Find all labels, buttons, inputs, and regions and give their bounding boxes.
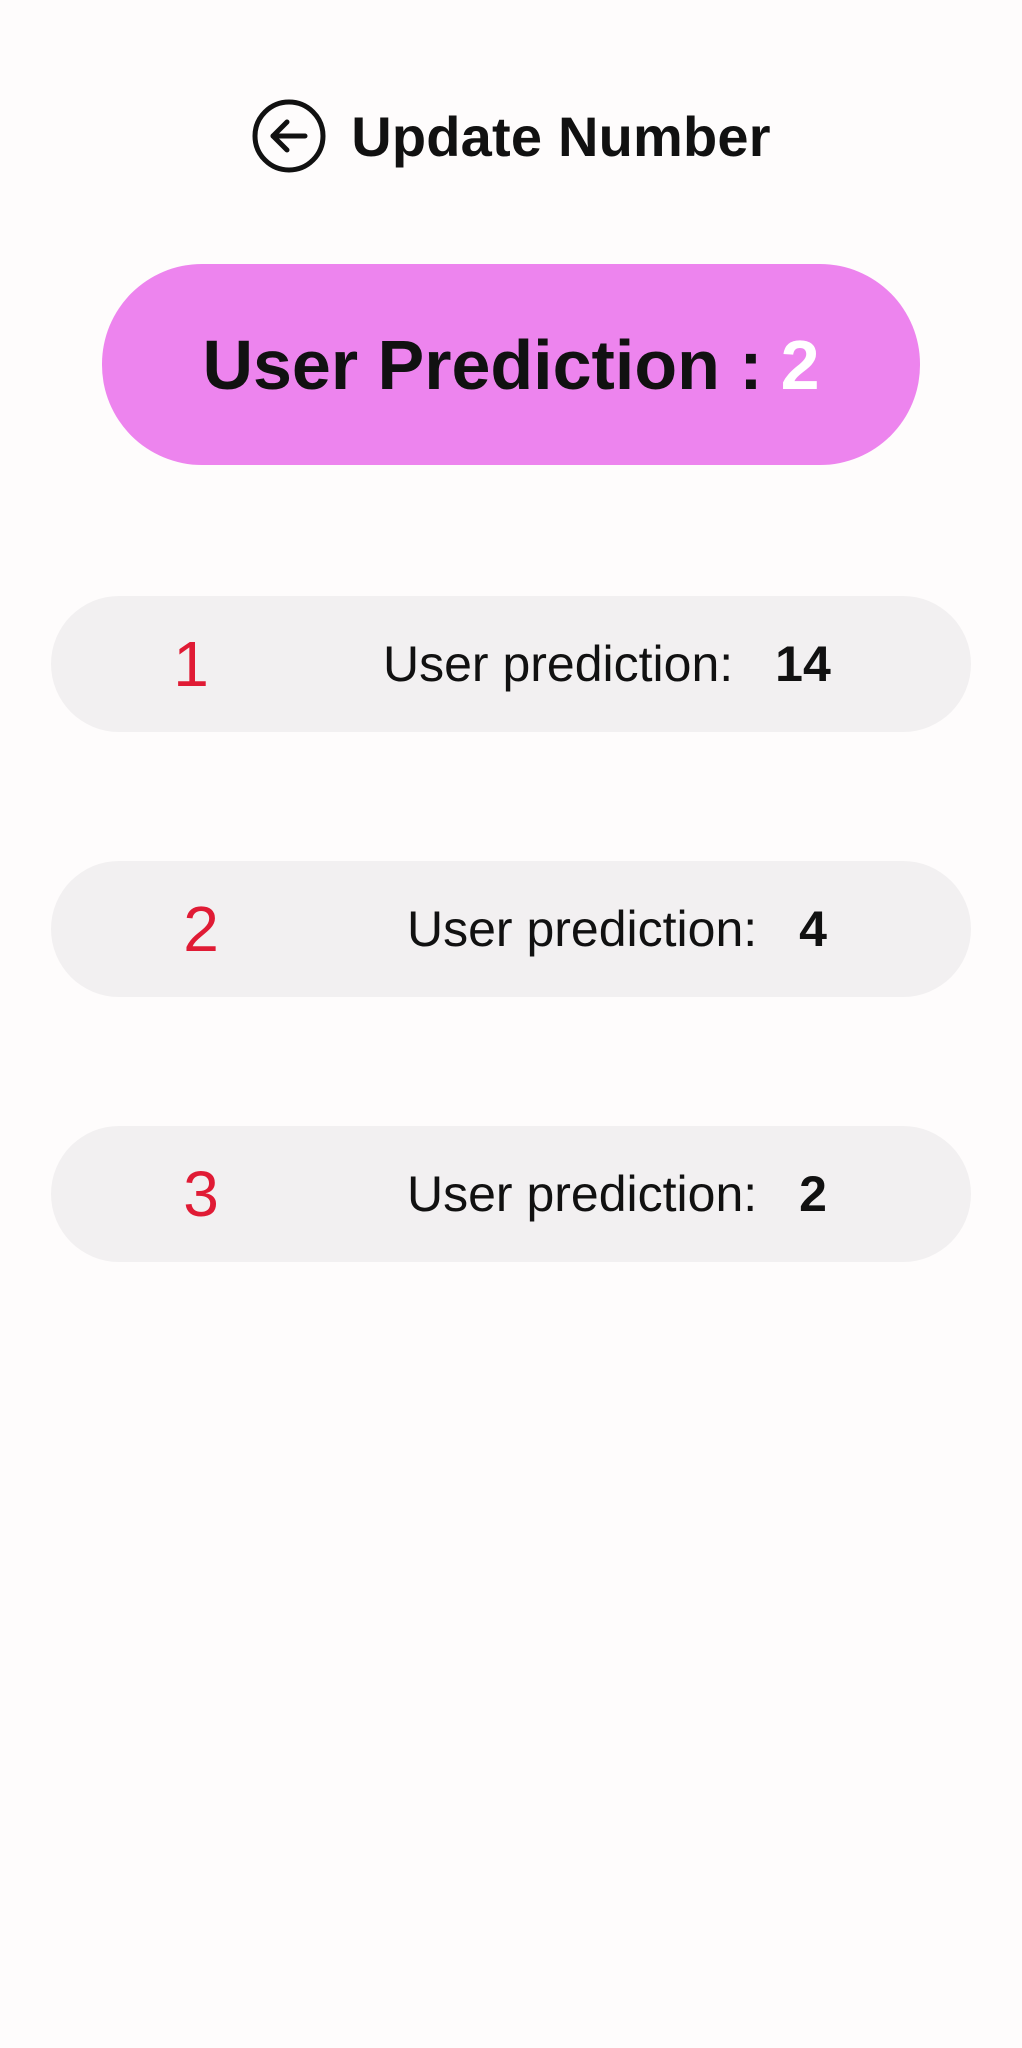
app-header: Update Number [0,96,1022,176]
prediction-index: 2 [183,893,219,965]
prediction-label: User prediction: [383,636,734,692]
prediction-row-3[interactable]: 3 User prediction: 2 [51,1126,971,1262]
prediction-text: User prediction: 4 [407,861,827,997]
summary-label: User Prediction : [202,325,763,404]
page-title: Update Number [351,104,771,168]
user-prediction-summary[interactable]: User Prediction : 2 [102,264,920,465]
summary-value: 2 [780,325,820,404]
prediction-label: User prediction: [407,901,758,957]
prediction-index: 1 [173,628,209,700]
back-button[interactable] [251,98,327,174]
arrow-left-circle-icon [252,99,326,173]
prediction-text: User prediction: 14 [383,596,831,732]
prediction-row-2[interactable]: 2 User prediction: 4 [51,861,971,997]
prediction-value: 14 [775,636,831,692]
prediction-row-1[interactable]: 1 User prediction: 14 [51,596,971,732]
prediction-label: User prediction: [407,1166,758,1222]
prediction-value: 2 [799,1166,827,1222]
prediction-index: 3 [183,1158,219,1230]
prediction-value: 4 [799,901,827,957]
prediction-text: User prediction: 2 [407,1126,827,1262]
